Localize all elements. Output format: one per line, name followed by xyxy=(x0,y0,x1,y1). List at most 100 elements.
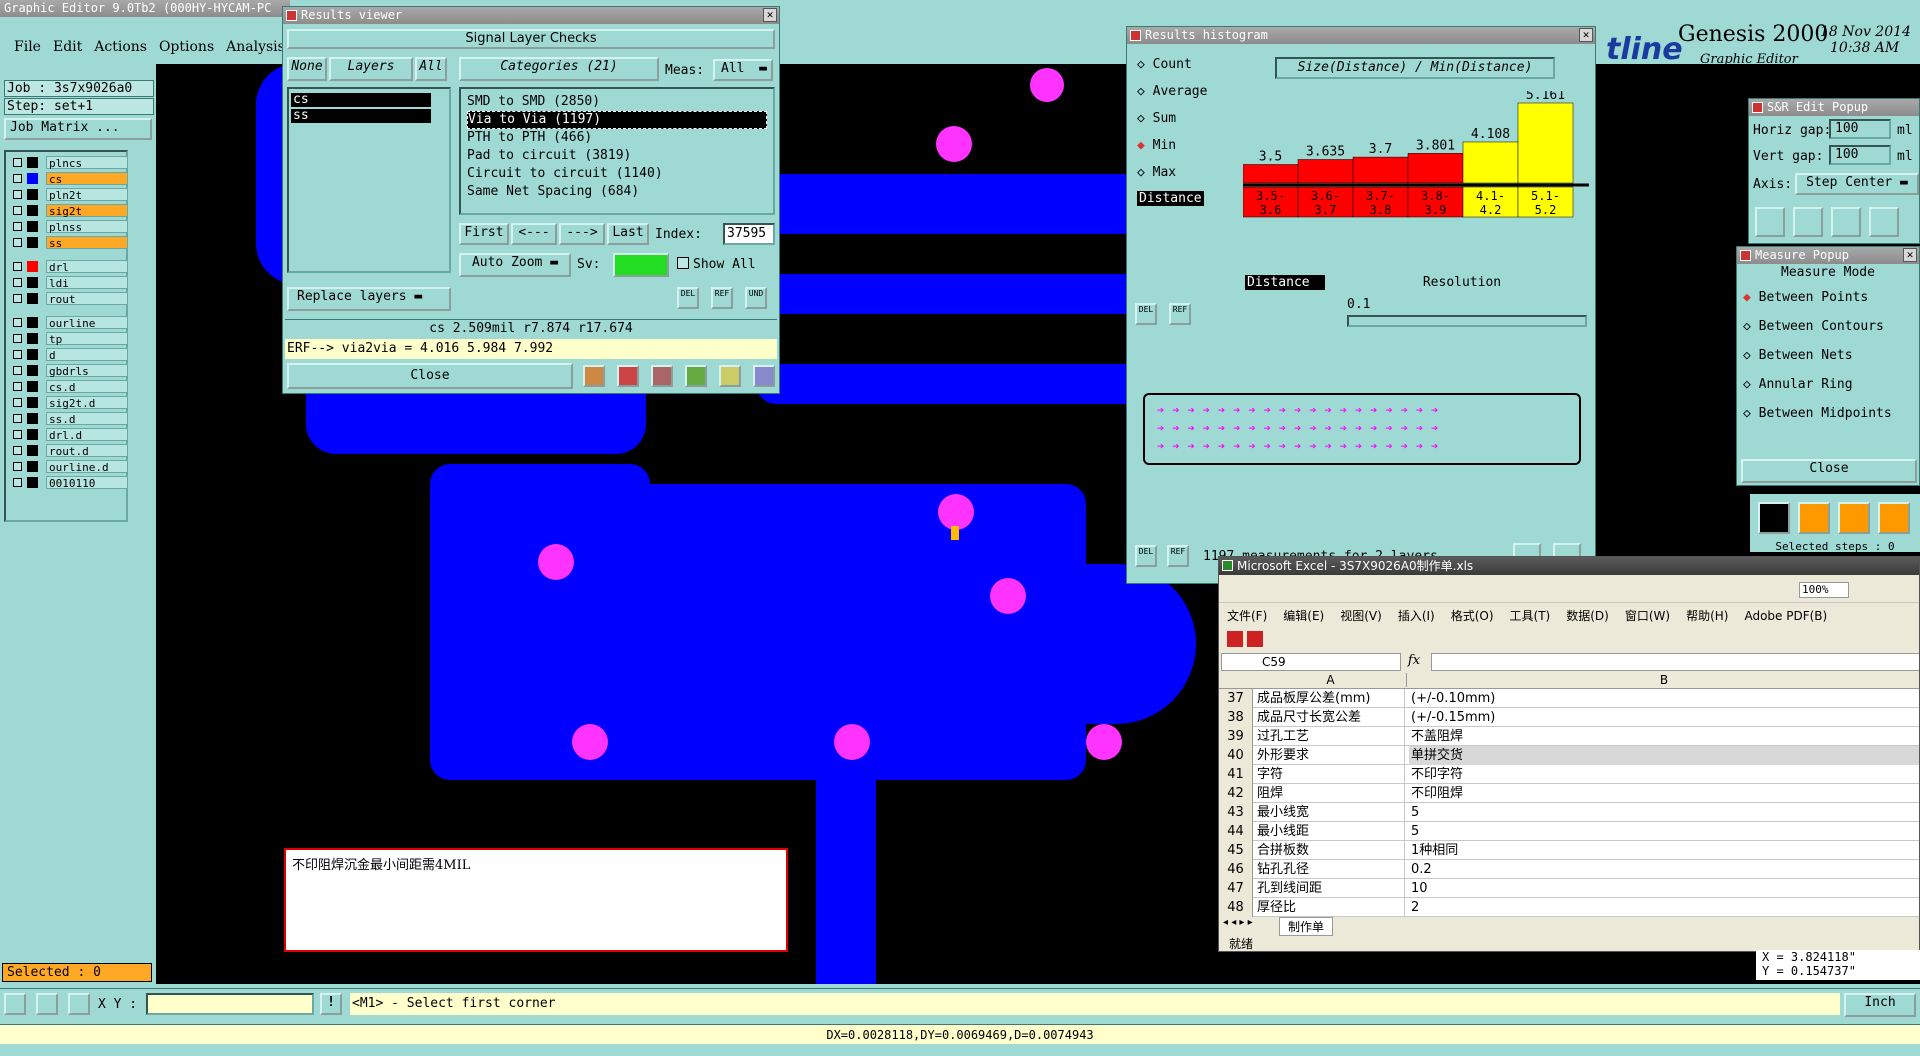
option-count[interactable]: ◇ Count xyxy=(1137,51,1241,78)
cell-a[interactable]: 外形要求 xyxy=(1255,746,1405,765)
cell-a[interactable]: 最小线距 xyxy=(1255,822,1405,841)
layer-color-swatch[interactable] xyxy=(27,413,38,424)
option-average[interactable]: ◇ Average xyxy=(1137,78,1241,105)
option-annular-ring[interactable]: ◇ Annular Ring xyxy=(1743,370,1919,399)
close-icon[interactable]: ✕ xyxy=(763,8,777,22)
alert-icon[interactable]: ! xyxy=(320,993,342,1015)
layer-color-swatch[interactable] xyxy=(27,381,38,392)
layout-icon[interactable] xyxy=(1831,207,1861,237)
none-button[interactable]: None xyxy=(287,57,327,81)
table-row[interactable]: 46 钻孔孔径 0.2 xyxy=(1219,860,1919,879)
layout-icon[interactable] xyxy=(1869,207,1899,237)
chart-icon[interactable] xyxy=(753,365,775,387)
snap-icon[interactable] xyxy=(36,993,58,1015)
layout-icon[interactable] xyxy=(1793,207,1823,237)
del-icon[interactable]: DEL xyxy=(1135,303,1157,325)
menu-edit[interactable]: Edit xyxy=(53,39,82,55)
cell-b[interactable]: (+/-0.15mm) xyxy=(1409,708,1919,727)
layer-row[interactable]: ourline xyxy=(11,316,129,330)
layer-checkbox[interactable] xyxy=(13,414,22,423)
layer-row[interactable]: sig2t.d xyxy=(11,396,129,410)
meas-dropdown[interactable]: All ▬ xyxy=(713,59,773,81)
col-a-header[interactable]: A xyxy=(1255,673,1407,687)
list-item[interactable]: SMD to SMD (2850) xyxy=(467,93,767,111)
layer-checkbox[interactable] xyxy=(13,158,22,167)
cell-a[interactable]: 孔到线间距 xyxy=(1255,879,1405,898)
layer-row[interactable]: pln2t xyxy=(11,188,129,202)
col-b-header[interactable]: B xyxy=(1409,673,1919,687)
cell-b[interactable]: 不印字符 xyxy=(1409,765,1919,784)
xy-input[interactable] xyxy=(146,993,314,1015)
layer-checkbox[interactable] xyxy=(13,366,22,375)
layer-color-swatch[interactable] xyxy=(27,429,38,440)
option-between-contours[interactable]: ◇ Between Contours xyxy=(1743,312,1919,341)
layer-color-swatch[interactable] xyxy=(27,397,38,408)
list-item-selected[interactable]: Via to Via (1197) xyxy=(467,111,767,129)
resolution-slider[interactable] xyxy=(1347,315,1587,327)
tool-icon[interactable] xyxy=(685,365,707,387)
cell-b[interactable]: 5 xyxy=(1409,803,1919,822)
table-row[interactable]: 45 合拼板数 1种相同 xyxy=(1219,841,1919,860)
layer-color-swatch[interactable] xyxy=(27,349,38,360)
option-max[interactable]: ◇ Max xyxy=(1137,159,1241,186)
histogram-bar[interactable] xyxy=(1462,141,1519,184)
first-button[interactable]: First xyxy=(459,223,509,245)
layer-checkbox[interactable] xyxy=(13,382,22,391)
layer-row[interactable]: ourline.d xyxy=(11,460,129,474)
layer-color-swatch[interactable] xyxy=(27,445,38,456)
cell-a[interactable]: 阻焊 xyxy=(1255,784,1405,803)
tool-icon[interactable] xyxy=(583,365,605,387)
table-row[interactable]: 42 阻焊 不印阻焊 xyxy=(1219,784,1919,803)
job-matrix-button[interactable]: Job Matrix ... xyxy=(4,118,152,140)
list-item[interactable]: Pad to circuit (3819) xyxy=(467,147,767,165)
formula-bar[interactable] xyxy=(1431,653,1919,671)
option-between-midpoints[interactable]: ◇ Between Midpoints xyxy=(1743,399,1919,428)
layer-checkbox[interactable] xyxy=(13,174,22,183)
layer-checkbox[interactable] xyxy=(13,398,22,407)
layer-row[interactable]: rout.d xyxy=(11,444,129,458)
cell-a[interactable]: 成品板厚公差(mm) xyxy=(1255,689,1405,708)
zoom-select[interactable]: 100% xyxy=(1799,582,1849,598)
sheet-grid[interactable]: 37 成品板厚公差(mm) (+/-0.10mm) 38 成品尺寸长宽公差 (+/-0.1… xyxy=(1219,689,1919,917)
histogram-bar[interactable] xyxy=(1297,159,1354,184)
cell-a[interactable]: 成品尺寸长宽公差 xyxy=(1255,708,1405,727)
all-button[interactable]: All xyxy=(415,57,447,81)
option-between-points[interactable]: ◆ Between Points xyxy=(1743,283,1919,312)
layer-row[interactable]: drl.d xyxy=(11,428,129,442)
layer-color-swatch[interactable] xyxy=(27,237,38,248)
category-list[interactable]: SMD to SMD (2850) Via to Via (1197) PTH … xyxy=(459,87,775,215)
excel-menu-item[interactable]: 帮助(H) xyxy=(1686,609,1728,623)
hgap-input[interactable]: 100 xyxy=(1829,119,1891,139)
table-row[interactable]: 39 过孔工艺 不盖阻焊 xyxy=(1219,727,1919,746)
axis-dropdown[interactable]: Step Center ▬ xyxy=(1795,173,1919,195)
layers-button[interactable]: Layers xyxy=(329,57,413,81)
layer-row[interactable]: plncs xyxy=(11,156,129,170)
layer-row[interactable]: sig2t xyxy=(11,204,129,218)
note-box[interactable]: 不印阻焊沉金最小间距需4MIL xyxy=(284,848,788,952)
del-icon[interactable]: DEL xyxy=(1135,545,1157,567)
cell-b[interactable]: (+/-0.10mm) xyxy=(1409,689,1919,708)
layer-color-swatch[interactable] xyxy=(27,317,38,328)
cell-a[interactable]: 字符 xyxy=(1255,765,1405,784)
snap-icon[interactable] xyxy=(4,993,26,1015)
vgap-input[interactable]: 100 xyxy=(1829,145,1891,165)
cell-b[interactable]: 不盖阻焊 xyxy=(1409,727,1919,746)
excel-menu-item[interactable]: 格式(O) xyxy=(1451,609,1494,623)
list-item[interactable]: Circuit to circuit (1140) xyxy=(467,165,767,183)
pdf-icon[interactable] xyxy=(1247,631,1263,647)
layout-icon[interactable] xyxy=(1755,207,1785,237)
excel-menu-item[interactable]: 文件(F) xyxy=(1227,609,1267,623)
cell-b[interactable]: 不印阻焊 xyxy=(1409,784,1919,803)
layer-row[interactable]: drl xyxy=(11,260,129,274)
layer-checkbox[interactable] xyxy=(13,222,22,231)
cell-a[interactable]: 厚径比 xyxy=(1255,898,1405,917)
sheet-tab[interactable]: 制作单 xyxy=(1279,917,1334,936)
layer-color-swatch[interactable] xyxy=(27,365,38,376)
layer-row[interactable]: ss.d xyxy=(11,412,129,426)
layer-color-swatch[interactable] xyxy=(27,221,38,232)
tool-icon[interactable] xyxy=(1878,502,1910,534)
cell-a[interactable]: 过孔工艺 xyxy=(1255,727,1405,746)
ref-icon[interactable]: REF xyxy=(1169,303,1191,325)
layer-checkbox[interactable] xyxy=(13,206,22,215)
layer-color-swatch[interactable] xyxy=(27,277,38,288)
